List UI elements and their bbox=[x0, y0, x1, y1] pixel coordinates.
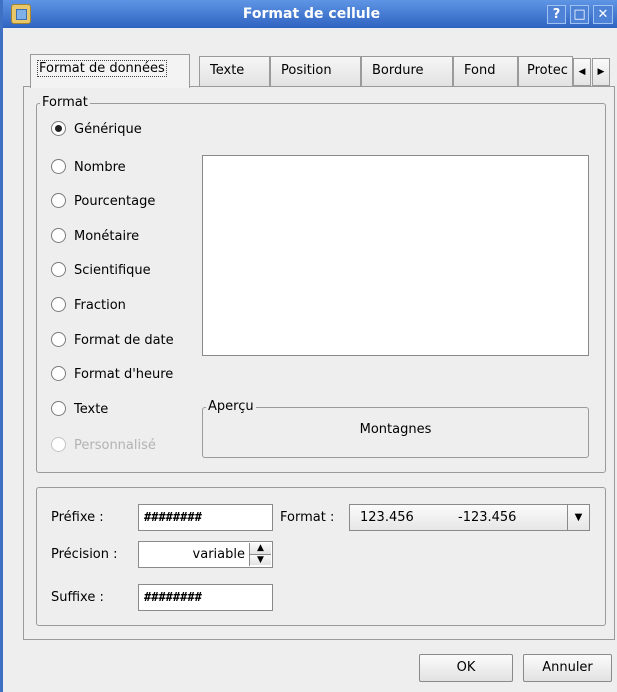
radio-icon bbox=[51, 331, 66, 347]
radio-icon bbox=[51, 192, 66, 208]
format-list-box[interactable] bbox=[202, 155, 589, 356]
radio-personnalise: Personnalisé bbox=[51, 435, 156, 457]
window-title: Format de cellule bbox=[242, 6, 381, 22]
radio-monetaire[interactable]: Monétaire bbox=[51, 226, 139, 248]
cancel-button[interactable]: Annuler bbox=[523, 654, 612, 682]
radio-format-de-date[interactable]: Format de date bbox=[51, 330, 174, 352]
maximize-button[interactable]: □ bbox=[570, 5, 589, 24]
ok-button[interactable]: OK bbox=[419, 654, 513, 682]
tab-label: Fond bbox=[464, 63, 496, 78]
radio-label: Fraction bbox=[74, 298, 126, 313]
tab-position[interactable]: Position bbox=[270, 56, 361, 86]
prefix-label: Préfixe : bbox=[51, 510, 104, 525]
radio-icon bbox=[51, 158, 66, 174]
spin-up-icon[interactable]: ▲ bbox=[250, 543, 271, 554]
chevron-down-icon[interactable]: ▼ bbox=[567, 505, 589, 530]
tab-label: Bordure bbox=[372, 63, 424, 78]
radio-label: Générique bbox=[74, 122, 142, 137]
tab-bordure[interactable]: Bordure bbox=[361, 56, 453, 86]
radio-format-d-heure[interactable]: Format d'heure bbox=[51, 364, 173, 386]
radio-label: Texte bbox=[74, 402, 109, 417]
help-button[interactable]: ? bbox=[547, 5, 566, 24]
radio-label: Scientifique bbox=[74, 263, 151, 278]
format-cell-dialog: Format de cellule ? □ ✕ Format de donnée… bbox=[0, 0, 617, 692]
radio-fraction[interactable]: Fraction bbox=[51, 295, 126, 317]
tab-scroll-left-button[interactable]: ◀ bbox=[573, 58, 591, 86]
radio-icon bbox=[51, 227, 66, 243]
radio-icon bbox=[51, 400, 66, 416]
title-bar[interactable]: Format de cellule ? □ ✕ bbox=[3, 0, 617, 28]
tab-texte[interactable]: Texte bbox=[199, 56, 270, 86]
tab-label: Texte bbox=[210, 63, 245, 78]
format-label: Format : bbox=[280, 510, 335, 525]
radio-label: Format d'heure bbox=[74, 367, 174, 382]
preview-group: Montagnes bbox=[202, 407, 589, 458]
radio-pourcentage[interactable]: Pourcentage bbox=[51, 191, 155, 213]
format-group-legend: Format bbox=[40, 95, 90, 111]
tab-protection[interactable]: Protec bbox=[518, 56, 573, 86]
radio-icon bbox=[51, 296, 66, 312]
radio-selected-icon bbox=[51, 120, 66, 136]
radio-label: Pourcentage bbox=[74, 194, 156, 209]
precision-stepper: ▲ ▼ bbox=[249, 543, 271, 566]
precision-spinbox[interactable]: variable ▲ ▼ bbox=[138, 541, 273, 568]
format-positive-sample: 123.456 bbox=[360, 510, 414, 525]
suffix-label: Suffixe : bbox=[51, 590, 104, 605]
radio-texte[interactable]: Texte bbox=[51, 399, 108, 421]
radio-scientifique[interactable]: Scientifique bbox=[51, 260, 151, 282]
tab-label: Format de données bbox=[37, 60, 167, 77]
radio-generique[interactable]: Générique bbox=[51, 119, 142, 141]
tab-fond[interactable]: Fond bbox=[453, 56, 518, 86]
preview-legend: Aperçu bbox=[206, 399, 256, 415]
radio-label: Nombre bbox=[74, 160, 126, 175]
precision-label: Précision : bbox=[51, 547, 118, 562]
spin-down-icon[interactable]: ▼ bbox=[250, 554, 271, 565]
precision-value: variable bbox=[192, 547, 245, 562]
format-negative-sample: -123.456 bbox=[458, 510, 517, 525]
radio-icon bbox=[51, 261, 66, 277]
radio-label: Personnalisé bbox=[74, 438, 156, 453]
radio-nombre[interactable]: Nombre bbox=[51, 157, 126, 179]
radio-icon bbox=[51, 436, 66, 452]
radio-label: Monétaire bbox=[74, 229, 140, 244]
prefix-input[interactable]: ######## bbox=[138, 504, 273, 531]
tab-format-de-donnees[interactable]: Format de données bbox=[30, 54, 190, 88]
radio-label: Format de date bbox=[74, 333, 174, 348]
suffix-input[interactable]: ######## bbox=[138, 584, 273, 611]
close-button[interactable]: ✕ bbox=[593, 5, 613, 24]
radio-icon bbox=[51, 365, 66, 381]
format-combobox[interactable]: 123.456 -123.456 ▼ bbox=[349, 504, 590, 531]
tab-label: Protec bbox=[527, 63, 568, 78]
tab-scroll-right-button[interactable]: ▶ bbox=[592, 58, 610, 86]
tab-label: Position bbox=[281, 63, 332, 78]
preview-text: Montagnes bbox=[359, 422, 432, 437]
